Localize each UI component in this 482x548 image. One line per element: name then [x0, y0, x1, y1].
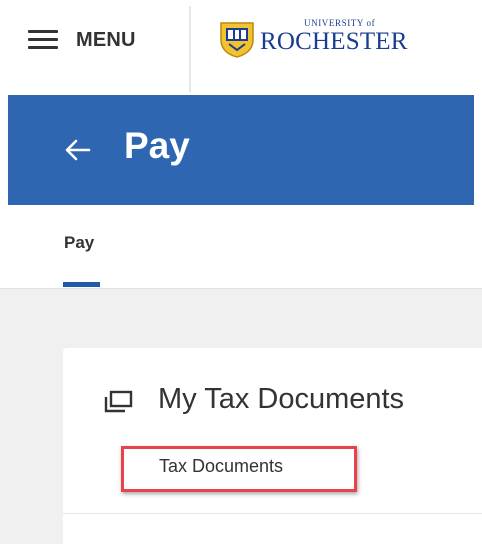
- page-title: Pay: [124, 125, 190, 166]
- top-header: MENU UNIVERSITY of ROCHESTER: [0, 0, 482, 92]
- page-banner: Pay: [8, 95, 474, 205]
- active-tab-indicator: [63, 282, 100, 287]
- tab-pay[interactable]: Pay: [64, 233, 94, 253]
- logo-main-text: ROCHESTER: [260, 28, 408, 55]
- documents-icon: [104, 390, 133, 413]
- logo-wordmark: UNIVERSITY of ROCHESTER: [260, 18, 408, 56]
- tax-documents-card: My Tax Documents Tax Documents: [63, 348, 482, 548]
- tab-bar: Pay: [0, 205, 482, 289]
- menu-button[interactable]: MENU: [28, 22, 136, 58]
- content-area: My Tax Documents Tax Documents: [0, 289, 482, 548]
- university-seal-icon: [220, 22, 254, 58]
- logo-top-text: UNIVERSITY of: [304, 18, 376, 28]
- card-title: My Tax Documents: [158, 383, 405, 415]
- highlight-annotation-box: [121, 446, 357, 492]
- menu-label: MENU: [76, 28, 136, 51]
- card-divider: [63, 513, 482, 514]
- header-divider: [189, 6, 191, 92]
- hamburger-icon: [28, 30, 58, 50]
- university-logo[interactable]: UNIVERSITY of ROCHESTER: [218, 18, 408, 58]
- back-arrow-icon[interactable]: [63, 135, 93, 165]
